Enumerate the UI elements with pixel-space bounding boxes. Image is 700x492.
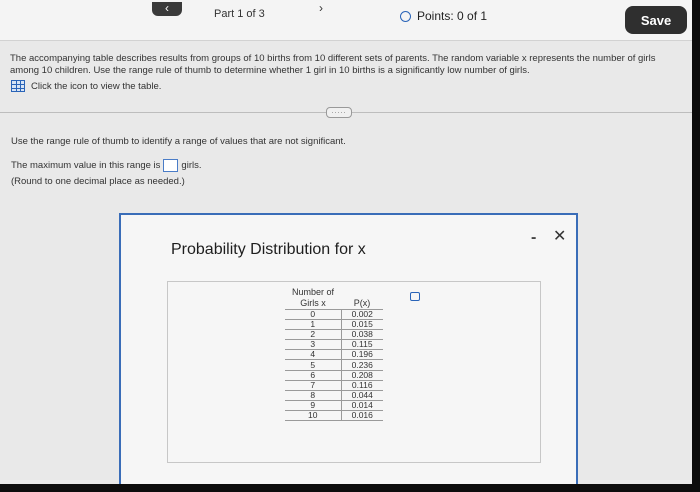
answer-line: The maximum value in this range is girls… — [11, 159, 201, 172]
cell-x: 8 — [285, 389, 342, 401]
header-x-line2: Girls x — [300, 298, 326, 308]
answer-suffix: girls. — [181, 160, 202, 171]
close-icon[interactable]: ✕ — [553, 226, 566, 246]
probability-table-popup: Probability Distribution for x - ✕ Numbe… — [119, 213, 578, 484]
view-table-label: Click the icon to view the table. — [31, 80, 162, 92]
points-label: Points: 0 of 1 — [417, 9, 488, 23]
table-row: 2 0.038 — [285, 329, 383, 340]
table-row: 0 0.002 — [285, 308, 383, 320]
cell-x: 10 — [285, 409, 342, 422]
cell-x: 5 — [285, 359, 342, 371]
max-value-input[interactable] — [163, 159, 179, 172]
screen: ‹ Part 1 of 3 › Points: 0 of 1 Save The … — [0, 0, 692, 484]
instruction-text: Use the range rule of thumb to identify … — [11, 136, 346, 147]
cell-p: 0.236 — [341, 359, 383, 371]
circle-icon — [400, 10, 411, 22]
column-header-x: Number of Girls x — [285, 287, 341, 310]
top-bar: ‹ Part 1 of 3 › Points: 0 of 1 Save — [0, 0, 692, 41]
table-row: 4 0.196 — [285, 349, 383, 360]
table-row: 6 0.208 — [285, 369, 383, 381]
answer-prefix: The maximum value in this range is — [11, 160, 161, 171]
table-row: 9 0.014 — [285, 399, 383, 411]
table-row: 8 0.044 — [285, 389, 383, 401]
rounding-note: (Round to one decimal place as needed.) — [11, 176, 185, 187]
table-row: 3 0.115 — [285, 339, 383, 350]
minimize-icon[interactable]: - — [531, 229, 536, 247]
save-button[interactable]: Save — [625, 6, 687, 34]
cell-p: 0.038 — [341, 329, 383, 340]
cell-x: 4 — [285, 349, 342, 360]
cell-x: 9 — [285, 399, 342, 411]
table-icon[interactable] — [11, 80, 25, 92]
cell-p: 0.115 — [341, 339, 383, 350]
cell-p: 0.016 — [341, 409, 383, 422]
cell-x: 3 — [285, 339, 342, 350]
header-x-line1: Number of — [291, 287, 335, 297]
cell-p: 0.196 — [341, 349, 383, 360]
table-row: 5 0.236 — [285, 359, 383, 371]
popup-title: Probability Distribution for x — [171, 241, 366, 258]
cell-x: 6 — [285, 369, 342, 381]
cell-p: 0.014 — [341, 399, 383, 411]
table-row: 10 0.016 — [285, 409, 383, 422]
cell-x: 7 — [285, 379, 342, 391]
cell-p: 0.208 — [341, 369, 383, 381]
cell-p: 0.044 — [341, 389, 383, 401]
points-indicator: Points: 0 of 1 — [400, 9, 487, 23]
cell-x: 0 — [285, 308, 342, 320]
view-table-link[interactable]: Click the icon to view the table. — [11, 80, 161, 92]
cell-p: 0.116 — [341, 379, 383, 391]
cell-p: 0.002 — [341, 308, 383, 320]
column-header-p: P(x) — [353, 298, 371, 308]
probability-table: Number of Girls x P(x) 0 0.002 1 0.015 2 0.… — [285, 287, 383, 422]
table-row: 7 0.116 — [285, 379, 383, 391]
table-row: 1 0.015 — [285, 319, 383, 330]
cell-x: 2 — [285, 329, 342, 340]
divider-handle[interactable]: ..... — [326, 107, 352, 118]
question-text: The accompanying table describes results… — [10, 53, 656, 76]
copy-icon[interactable] — [410, 292, 420, 301]
previous-part-button[interactable]: ‹ — [152, 2, 182, 16]
cell-p: 0.015 — [341, 319, 383, 330]
next-part-button[interactable]: › — [312, 2, 330, 16]
cell-x: 1 — [285, 319, 342, 330]
part-label: Part 1 of 3 — [214, 8, 265, 20]
